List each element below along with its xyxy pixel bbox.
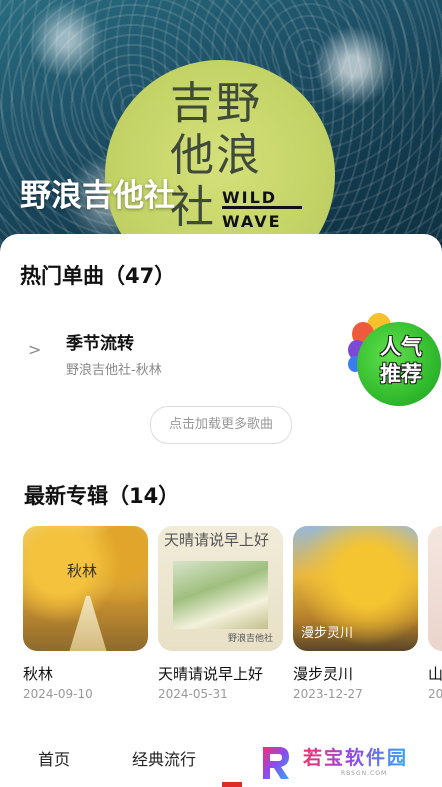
album-card[interactable]: 漫步灵川 漫步灵川 2023-12-27 — [293, 526, 418, 701]
load-more-songs-button[interactable]: 点击加载更多歌曲 — [150, 406, 292, 444]
cover-art-wild: WILD — [222, 188, 278, 207]
nav-home[interactable]: 首页 — [38, 746, 70, 770]
cover-title-text: 天晴请说早上好 — [164, 531, 270, 549]
chevron-right-icon: > — [28, 340, 42, 359]
cover-photo — [173, 561, 268, 629]
popular-recommend-badge: 人气 推荐 — [343, 308, 442, 408]
nav-classic-pop[interactable]: 经典流行 — [132, 746, 196, 770]
cover-title-text: 秋林 — [67, 562, 98, 580]
latest-albums-title: 最新专辑（14） — [24, 484, 180, 508]
album-date: 2023-12-27 — [293, 687, 363, 701]
album-date: 2024-05-31 — [158, 687, 228, 701]
album-cover: 漫步灵川 — [293, 526, 418, 651]
album-cover: 秋林 — [23, 526, 148, 651]
song-title: 季节流转 — [66, 334, 134, 354]
watermark: 若宝软件园 RBSGN.COM — [243, 739, 442, 787]
cover-art-divider — [222, 206, 302, 209]
album-cover: 天晴请说早上好 野浪吉他社 — [158, 526, 283, 651]
album-title: 天晴请说早上好 — [158, 665, 264, 683]
album-card[interactable]: 秋林 秋林 2024-09-10 — [23, 526, 148, 701]
artist-name: 野浪吉他社 — [20, 178, 175, 214]
cover-art-text: 吉野他浪社 — [170, 78, 262, 233]
watermark-text: 若宝软件园 — [303, 743, 408, 770]
album-carousel[interactable]: 秋林 秋林 2024-09-10 天晴请说早上好 野浪吉他社 天晴请说早上好 2… — [0, 526, 442, 706]
song-artist-album: 野浪吉他社-秋林 — [66, 363, 162, 378]
artist-hero: 吉野他浪社 WILD WAVE 野浪吉他社 — [0, 0, 442, 265]
badge-label: 人气 推荐 — [365, 334, 437, 388]
album-card[interactable]: 山 20 — [428, 526, 442, 701]
cover-art-wave: WAVE — [222, 212, 282, 231]
cover-title-text: 漫步灵川 — [301, 626, 354, 641]
watermark-logo-icon — [263, 747, 289, 779]
cover-artist-text: 野浪吉他社 — [228, 634, 274, 644]
album-date: 20 — [428, 687, 442, 701]
content-panel: 热门单曲（47） > 季节流转 野浪吉他社-秋林 人气 推荐 点击加载更多歌曲 … — [0, 234, 442, 787]
watermark-subtext: RBSGN.COM — [341, 770, 388, 777]
album-title: 山 — [428, 665, 442, 683]
album-card[interactable]: 天晴请说早上好 野浪吉他社 天晴请说早上好 2024-05-31 — [158, 526, 283, 701]
badge-line-1: 人气 — [380, 335, 422, 359]
hot-songs-title: 热门单曲（47） — [20, 264, 176, 288]
album-title: 漫步灵川 — [293, 665, 354, 683]
album-date: 2024-09-10 — [23, 687, 93, 701]
badge-line-2: 推荐 — [380, 362, 422, 386]
cover-road — [68, 596, 108, 651]
album-title: 秋林 — [23, 665, 54, 683]
album-cover — [428, 526, 442, 651]
nav-active-indicator — [222, 782, 242, 787]
